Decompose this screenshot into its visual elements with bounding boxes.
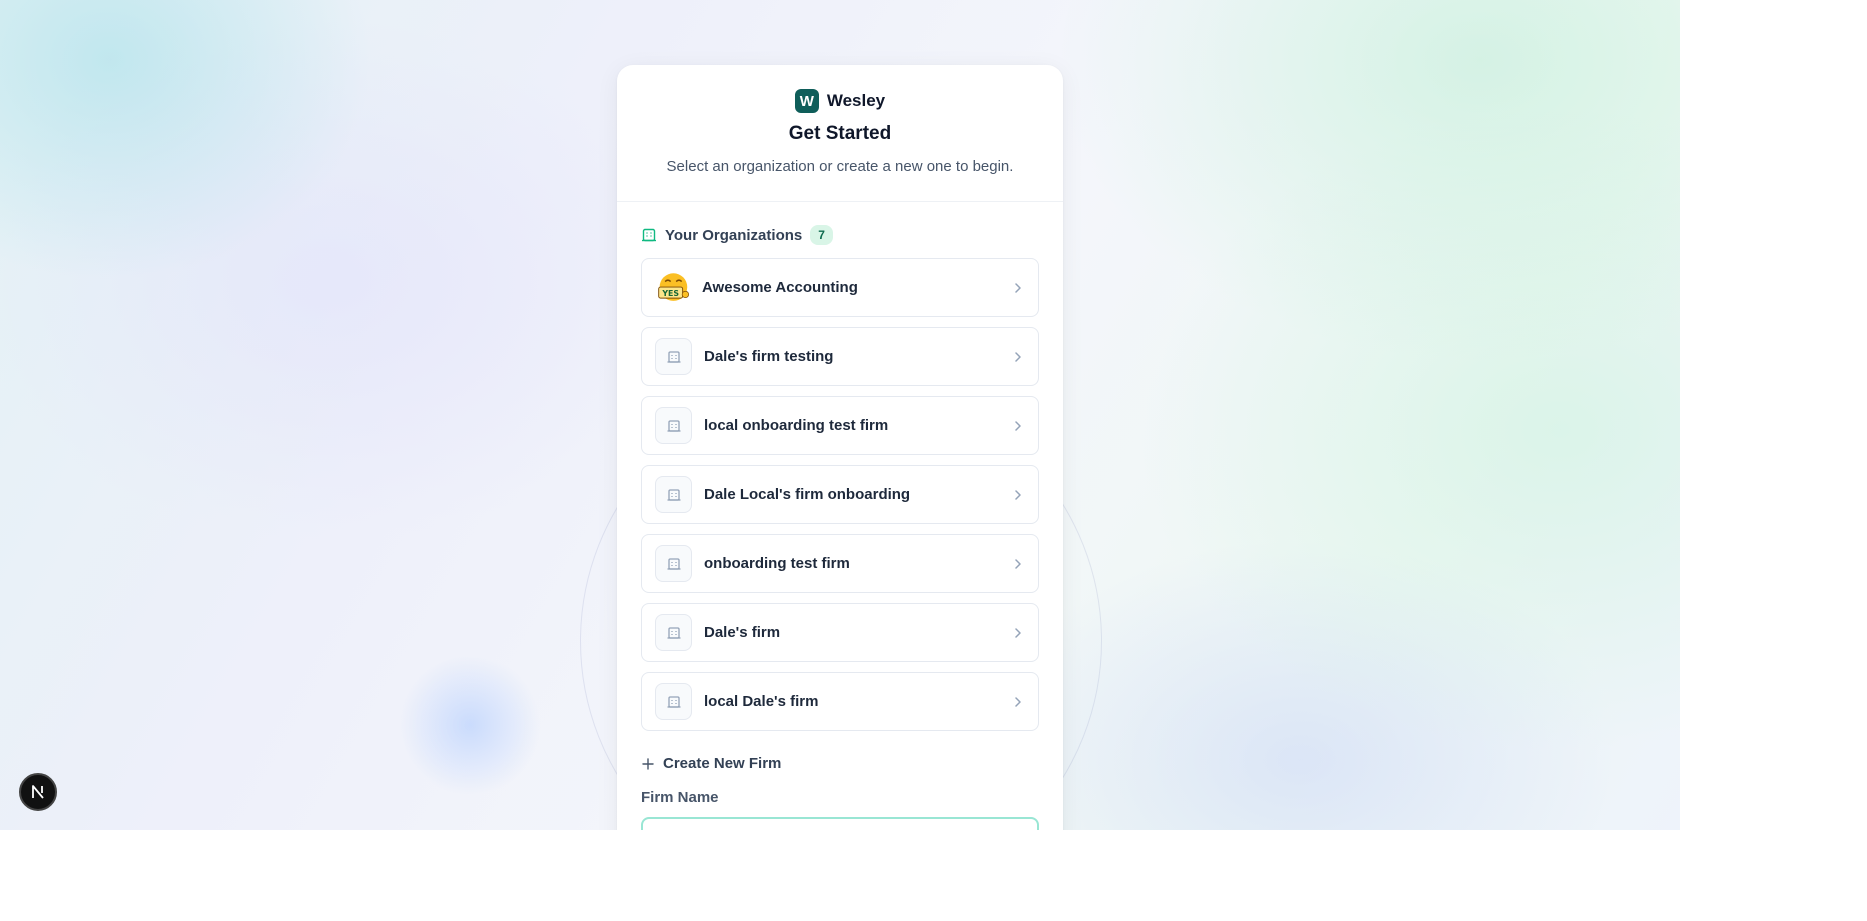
create-new-firm-label: Create New Firm	[663, 755, 782, 772]
create-new-firm-button[interactable]: Create New Firm	[641, 755, 781, 772]
building-icon	[642, 228, 656, 242]
organizations-header: Your Organizations 7	[641, 225, 833, 245]
brand: W Wesley	[617, 89, 1063, 113]
brand-name: Wesley	[826, 91, 886, 110]
organizations-count-badge: 7	[810, 225, 833, 245]
org-item-dales-firm[interactable]: Dale's firm	[641, 603, 1039, 662]
page-background: W Wesley Get Started Select an organizat…	[0, 0, 1680, 830]
chevron-right-icon	[1015, 558, 1021, 569]
org-name: local Dale's firm	[704, 693, 819, 710]
building-icon	[655, 614, 692, 651]
chevron-right-icon	[1015, 627, 1021, 638]
plus-icon	[642, 757, 654, 770]
building-icon	[655, 338, 692, 375]
building-icon	[655, 545, 692, 582]
org-name: Awesome Accounting	[702, 279, 858, 296]
page-subtitle: Select an organization or create a new o…	[666, 158, 1014, 175]
onboarding-card: W Wesley Get Started Select an organizat…	[617, 65, 1063, 830]
building-icon	[655, 407, 692, 444]
chevron-right-icon	[1015, 351, 1021, 362]
organization-list: YES Awesome Accounting Dale's firm testi…	[641, 258, 1039, 741]
org-name: onboarding test firm	[704, 555, 850, 572]
org-item-local-onboarding-test-firm[interactable]: local onboarding test firm	[641, 396, 1039, 455]
nextjs-dev-indicator-button[interactable]	[19, 773, 57, 811]
building-icon	[655, 683, 692, 720]
chevron-right-icon	[1015, 696, 1021, 707]
org-item-onboarding-test-firm[interactable]: onboarding test firm	[641, 534, 1039, 593]
chevron-right-icon	[1015, 420, 1021, 431]
building-icon	[655, 476, 692, 513]
firm-name-input[interactable]	[641, 817, 1039, 830]
nextjs-logo-icon	[32, 785, 44, 799]
brand-logo-icon: W	[794, 89, 819, 113]
divider	[617, 201, 1063, 202]
org-item-dale-local-firm-onboarding[interactable]: Dale Local's firm onboarding	[641, 465, 1039, 524]
firm-name-label: Firm Name	[641, 789, 719, 806]
chevron-right-icon	[1015, 489, 1021, 500]
page-title: Get Started	[788, 123, 892, 144]
svg-text:YES: YES	[661, 288, 679, 297]
organizations-title: Your Organizations	[665, 226, 803, 244]
org-name: Dale Local's firm onboarding	[704, 486, 911, 503]
org-name: Dale's firm	[704, 624, 781, 641]
org-name: Dale's firm testing	[704, 348, 834, 365]
org-item-dales-firm-testing[interactable]: Dale's firm testing	[641, 327, 1039, 386]
org-name: local onboarding test firm	[704, 417, 889, 434]
chevron-right-icon	[1015, 282, 1021, 293]
org-item-awesome-accounting[interactable]: YES Awesome Accounting	[641, 258, 1039, 317]
yes-emoji-avatar: YES	[655, 270, 690, 305]
org-item-local-dales-firm[interactable]: local Dale's firm	[641, 672, 1039, 731]
